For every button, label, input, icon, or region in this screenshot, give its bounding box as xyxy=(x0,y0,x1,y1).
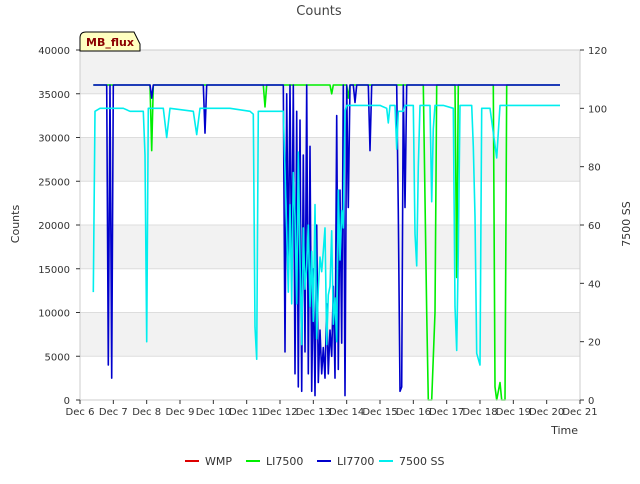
x-tick-label: Dec 8 xyxy=(132,407,161,418)
x-axis-label: Time xyxy=(550,424,578,437)
y-left-tick-label: 30000 xyxy=(38,134,70,145)
y-left-tick-label: 5000 xyxy=(45,352,70,363)
chart-title: Counts xyxy=(296,4,342,19)
y-right-tick-label: 100 xyxy=(588,104,607,115)
legend: WMP LI7500 LI7700 7500 SS xyxy=(185,455,444,468)
station-label-box: MB_flux xyxy=(79,31,141,52)
y-left-tick-label: 0 xyxy=(64,396,70,407)
x-tick-label: Dec 7 xyxy=(99,407,128,418)
x-tick-label: Dec 20 xyxy=(529,407,564,418)
station-label: MB_flux xyxy=(86,36,134,49)
y-left-tick-label: 15000 xyxy=(38,265,70,276)
legend-label: LI7500 xyxy=(266,455,303,468)
x-tick-label: Dec 10 xyxy=(196,407,231,418)
x-tick-label: Dec 21 xyxy=(562,407,597,418)
y-axis-left: 0 5000 10000 15000 20000 25000 30000 35000 40000 xyxy=(38,46,80,407)
y-axis-left-label: Counts xyxy=(9,205,22,244)
y-axis-right-label: 7500 SS xyxy=(620,201,633,246)
x-tick-label: Dec 18 xyxy=(462,407,497,418)
y-left-tick-label: 20000 xyxy=(38,221,70,232)
y-right-tick-label: 20 xyxy=(588,338,601,349)
chart-figure: Counts Dec 6 Dec 7 Dec 8 Dec 9 Dec 10 Dec 11 D… xyxy=(0,0,640,480)
x-tick-label: Dec 12 xyxy=(262,407,297,418)
y-left-tick-label: 25000 xyxy=(38,177,70,188)
y-right-tick-label: 120 xyxy=(588,46,607,57)
y-axis-right: 0 20 40 60 80 100 120 xyxy=(580,46,607,407)
x-tick-label: Dec 11 xyxy=(229,407,264,418)
y-left-tick-label: 35000 xyxy=(38,90,70,101)
plot-band xyxy=(80,137,580,182)
x-tick-label: Dec 13 xyxy=(296,407,331,418)
x-tick-label: Dec 6 xyxy=(66,407,95,418)
x-tick-label: Dec 16 xyxy=(396,407,431,418)
x-tick-label: Dec 14 xyxy=(329,407,364,418)
y-right-tick-label: 60 xyxy=(588,221,601,232)
x-tick-label: Dec 9 xyxy=(166,407,195,418)
plot-band xyxy=(80,93,580,138)
x-tick-label: Dec 19 xyxy=(496,407,531,418)
x-tick-label: Dec 15 xyxy=(362,407,397,418)
x-axis: Dec 6 Dec 7 Dec 8 Dec 9 Dec 10Dec 11Dec 12De… xyxy=(66,400,598,418)
y-left-tick-label: 10000 xyxy=(38,309,70,320)
plot-band xyxy=(80,181,580,225)
y-right-tick-label: 40 xyxy=(588,279,601,290)
y-right-tick-label: 80 xyxy=(588,163,601,174)
y-left-tick-label: 40000 xyxy=(38,46,70,57)
x-tick-label: Dec 17 xyxy=(429,407,464,418)
legend-label: LI7700 xyxy=(337,455,374,468)
y-right-tick-label: 0 xyxy=(588,396,594,407)
chart-svg: Counts Dec 6 Dec 7 Dec 8 Dec 9 Dec 10Dec 11D… xyxy=(9,4,633,468)
legend-label: 7500 SS xyxy=(399,455,444,468)
legend-label: WMP xyxy=(205,455,232,468)
